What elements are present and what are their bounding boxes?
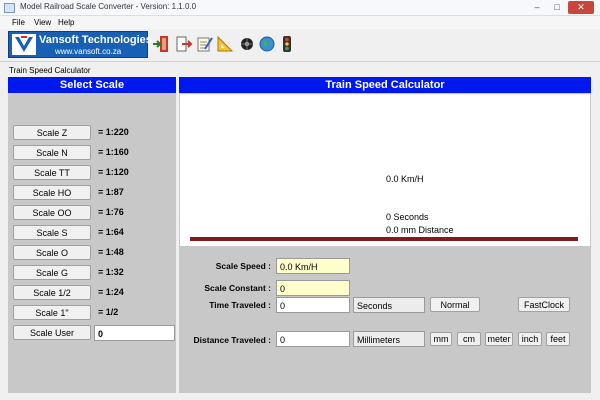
app-icon (4, 3, 15, 13)
scale-tt-button[interactable]: Scale TT (13, 165, 91, 180)
distance-traveled-label: Distance Traveled : (193, 335, 271, 345)
scale-oo-button[interactable]: Scale OO (13, 205, 91, 220)
page-caption: Train Speed Calculator (9, 66, 91, 75)
scale-ratio: = 1:24 (98, 287, 124, 297)
display-distance: 0.0 mm Distance (386, 225, 454, 235)
vansoft-logo: Vansoft Technologies www.vansoft.co.za (8, 31, 152, 58)
select-scale-header: Select Scale (8, 77, 176, 93)
minimize-button[interactable]: – (528, 1, 546, 14)
scale-ratio: = 1:120 (98, 167, 129, 177)
scale-half-button[interactable]: Scale 1/2 (13, 285, 91, 300)
display-seconds: 0 Seconds (386, 212, 429, 222)
scale-speed-label: Scale Speed : (215, 261, 271, 271)
unit-mm-button[interactable]: mm (430, 332, 452, 346)
close-button[interactable]: ✕ (568, 1, 594, 14)
progress-bar (190, 237, 578, 241)
time-traveled-label: Time Traveled : (209, 300, 271, 310)
train-speed-header: Train Speed Calculator (179, 77, 591, 93)
scale-ratio: = 1:32 (98, 267, 124, 277)
logo-mark-icon (12, 34, 36, 55)
scale-ratio: = 1:87 (98, 187, 124, 197)
scale-user-input[interactable]: 0 (94, 325, 175, 341)
traffic-light-icon[interactable] (278, 35, 296, 53)
title-bar: Model Railroad Scale Converter - Version… (0, 0, 600, 16)
ruler-triangle-icon[interactable] (216, 35, 234, 53)
speed-display: 0.0 Km/H 0 Seconds 0.0 mm Distance (180, 94, 590, 246)
logo-name: Vansoft Technologies (39, 34, 152, 46)
unit-meter-button[interactable]: meter (485, 332, 513, 346)
time-unit-display: Seconds (353, 297, 425, 313)
menu-bar: File View Help (0, 16, 600, 29)
normal-button[interactable]: Normal (430, 297, 480, 312)
scale-z-button[interactable]: Scale Z (13, 125, 91, 140)
distance-unit-display: Millimeters (353, 331, 425, 347)
logo-url: www.vansoft.co.za (55, 47, 122, 56)
distance-traveled-field[interactable]: 0 (276, 331, 350, 347)
scale-ratio: = 1:220 (98, 127, 129, 137)
scale-constant-field[interactable]: 0 (276, 280, 350, 296)
scale-o-button[interactable]: Scale O (13, 245, 91, 260)
scale-g-button[interactable]: Scale G (13, 265, 91, 280)
unit-feet-button[interactable]: feet (546, 332, 570, 346)
menu-view[interactable]: View (34, 18, 51, 27)
scale-ratio: = 1:76 (98, 207, 124, 217)
menu-file[interactable]: File (12, 18, 25, 27)
notepad-icon[interactable] (196, 35, 214, 53)
fastclock-button[interactable]: FastClock (518, 297, 570, 312)
maximize-button[interactable]: □ (548, 1, 566, 14)
unit-cm-button[interactable]: cm (457, 332, 481, 346)
window-title: Model Railroad Scale Converter - Version… (20, 2, 197, 11)
scale-ratio: = 1:64 (98, 227, 124, 237)
scale-ratio: = 1:48 (98, 247, 124, 257)
scale-constant-label: Scale Constant : (204, 283, 271, 293)
scale-ho-button[interactable]: Scale HO (13, 185, 91, 200)
wheel-icon[interactable] (238, 35, 256, 53)
scale-one-inch-button[interactable]: Scale 1" (13, 305, 91, 320)
time-traveled-field[interactable]: 0 (276, 297, 350, 313)
unit-inch-button[interactable]: inch (518, 332, 542, 346)
export-icon[interactable] (175, 35, 193, 53)
scale-ratio: = 1:160 (98, 147, 129, 157)
scale-user-button[interactable]: Scale User (13, 325, 91, 340)
scale-s-button[interactable]: Scale S (13, 225, 91, 240)
exit-door-icon[interactable] (152, 35, 170, 53)
menu-help[interactable]: Help (58, 18, 74, 27)
scale-speed-field[interactable]: 0.0 Km/H (276, 258, 350, 274)
globe-icon[interactable] (258, 35, 276, 53)
display-speed: 0.0 Km/H (386, 174, 424, 184)
scale-ratio: = 1/2 (98, 307, 119, 317)
scale-n-button[interactable]: Scale N (13, 145, 91, 160)
